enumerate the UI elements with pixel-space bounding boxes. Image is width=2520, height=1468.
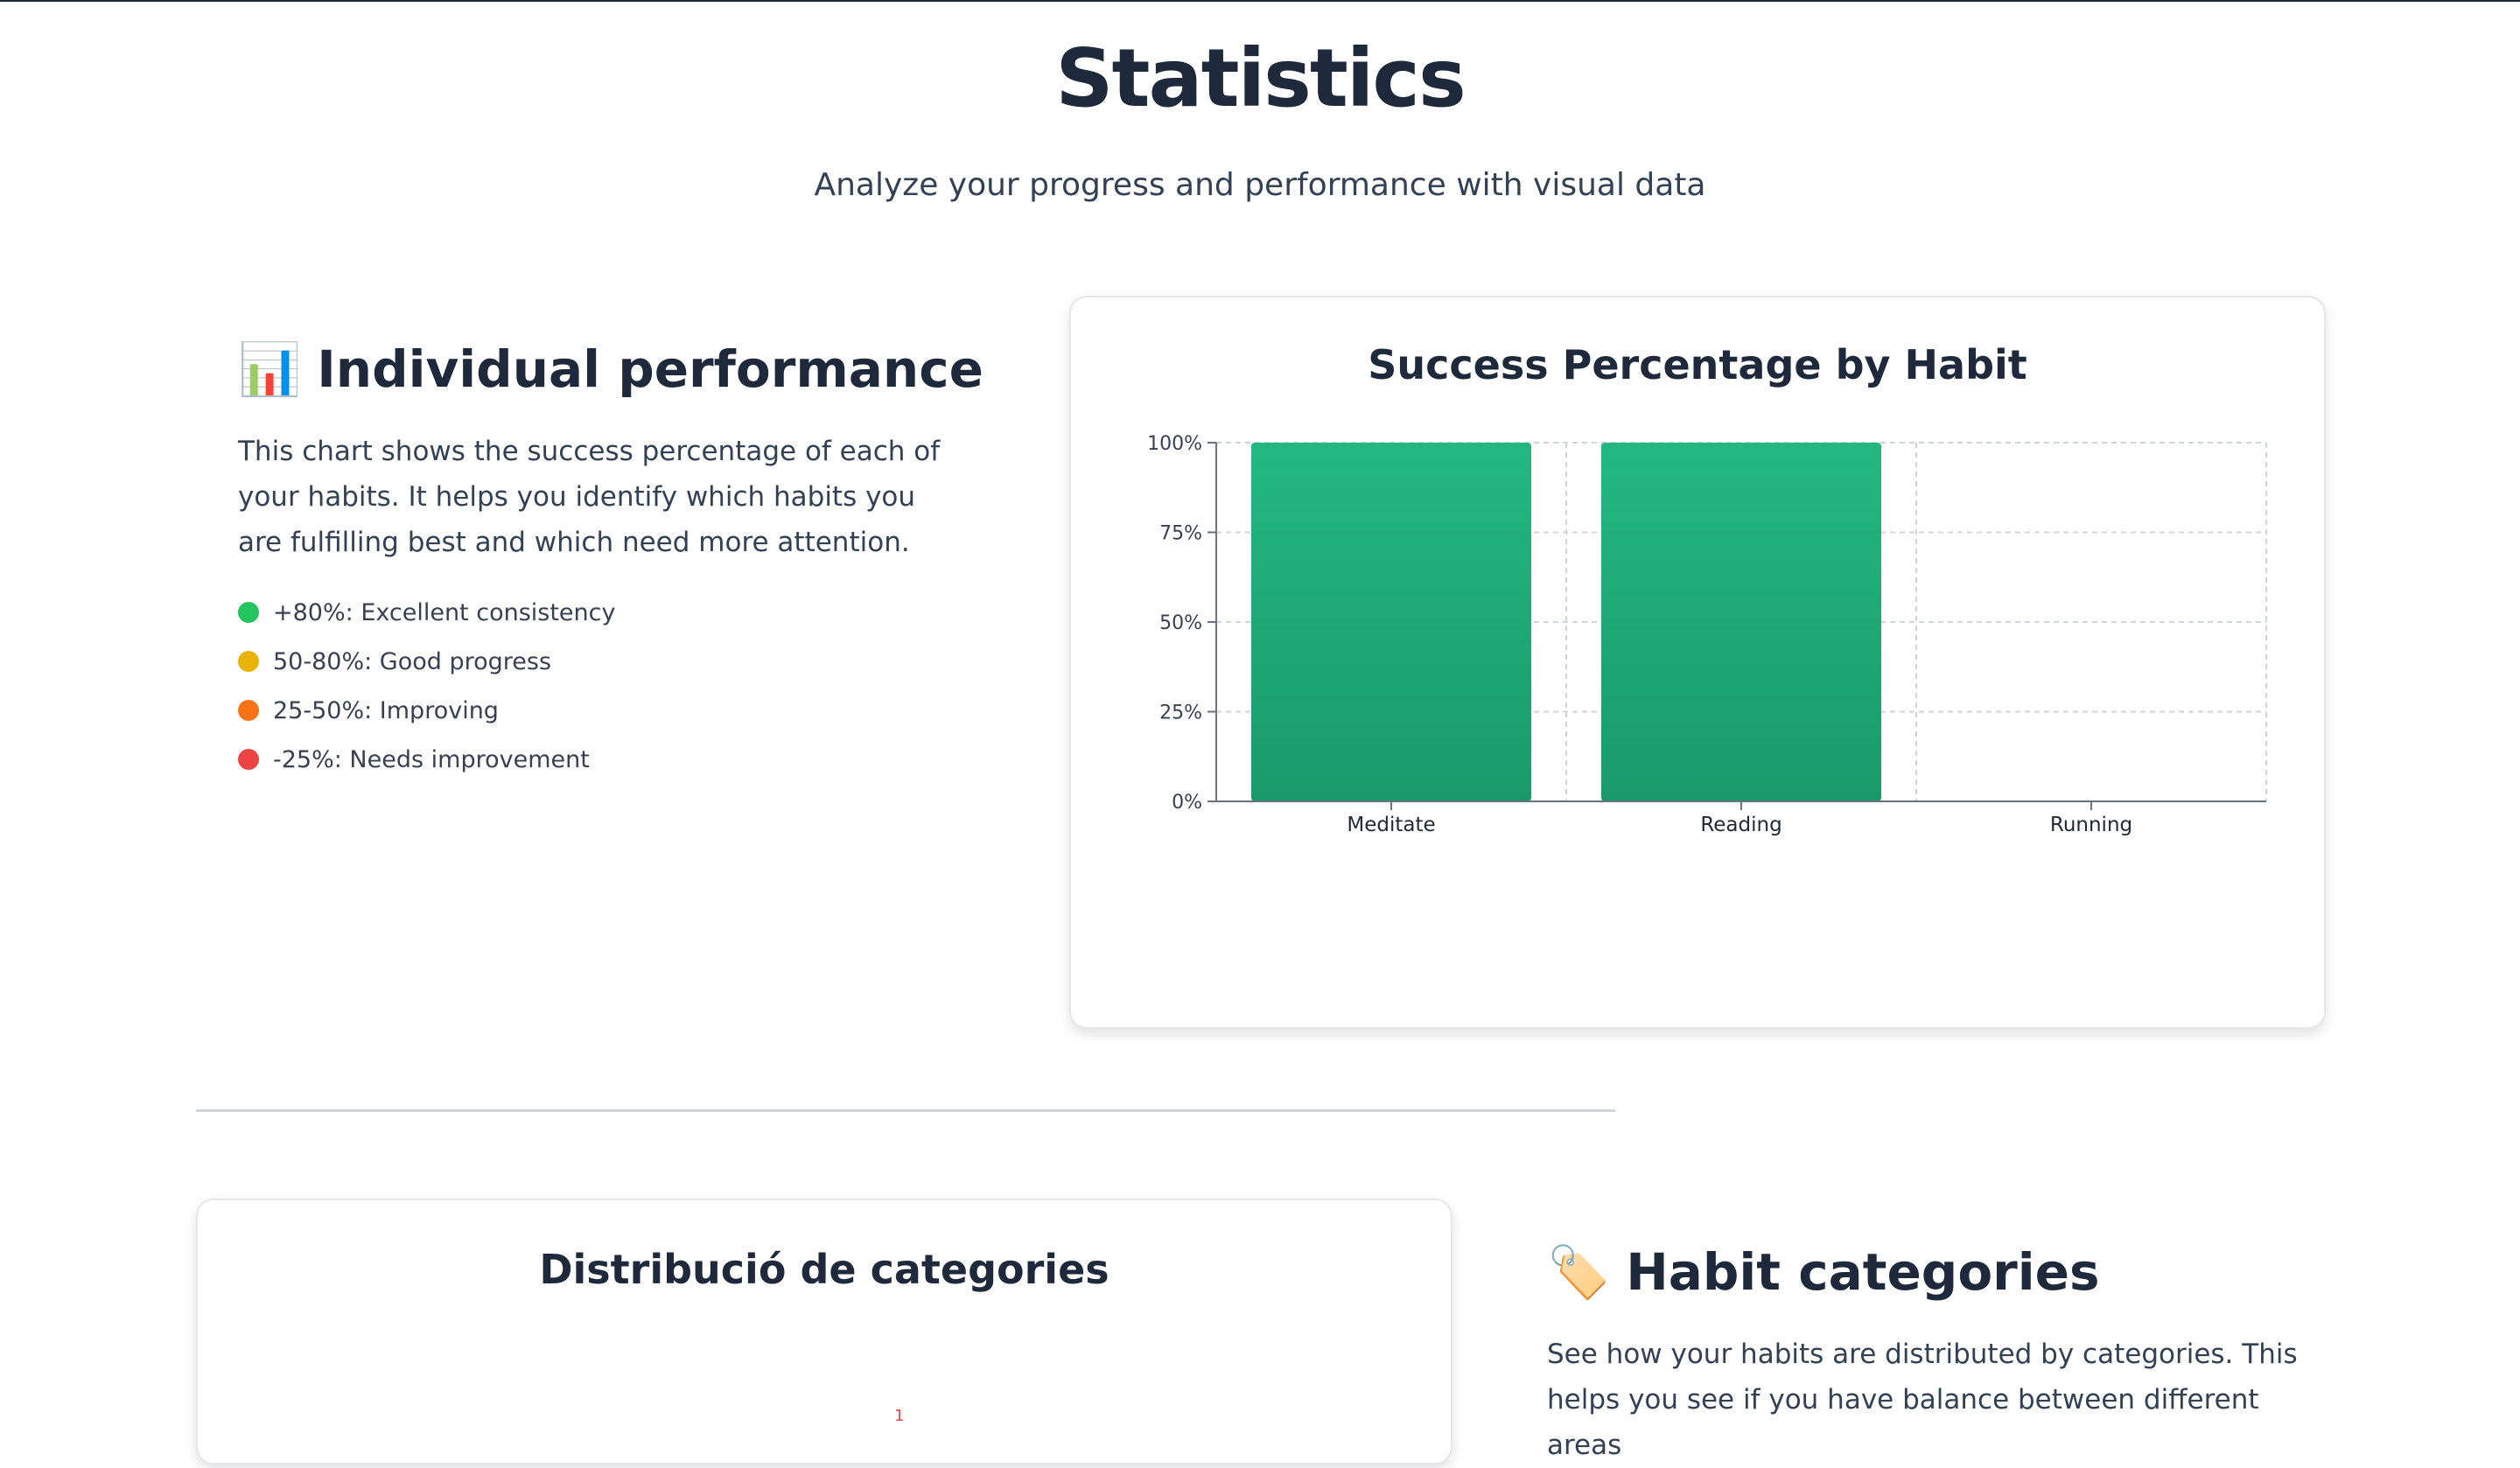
bar-reading [1601, 443, 1881, 801]
top-border [0, 0, 2520, 2]
performance-legend: +80%: Excellent consistency 50-80%: Good… [238, 588, 615, 784]
tag-icon: 🏷️ [1547, 1242, 1611, 1302]
category-distribution-card: Distribució de categories 1 [196, 1199, 1452, 1465]
performance-heading-text: Individual performance [317, 339, 984, 399]
legend-item: +80%: Excellent consistency [238, 588, 615, 637]
success-chart-card: Success Percentage by Habit 0% 25% 50% 75% 1… [1069, 296, 2326, 1029]
x-tick-label: Running [2050, 814, 2132, 836]
legend-item: -25%: Needs improvement [238, 735, 615, 784]
y-tick-label: 75% [1159, 523, 1202, 545]
section-divider [196, 1109, 1615, 1112]
success-bar-chart: 0% 25% 50% 75% 100% Meditate Reading Running [1147, 433, 2267, 836]
y-tick-label: 50% [1159, 612, 1202, 634]
bar-meditate [1251, 443, 1531, 801]
legend-item: 25-50%: Improving [238, 686, 615, 735]
page-subtitle: Analyze your progress and performance wi… [814, 167, 1706, 203]
categories-heading-text: Habit categories [1626, 1242, 2100, 1302]
legend-label: +80%: Excellent consistency [273, 598, 616, 626]
page-title: Statistics [1055, 31, 1466, 125]
legend-dot-improving [238, 700, 259, 721]
x-tick-label: Meditate [1347, 814, 1435, 836]
x-tick-label: Reading [1700, 814, 1782, 836]
y-tick-label: 0% [1172, 792, 1202, 814]
legend-item: 50-80%: Good progress [238, 637, 615, 686]
y-tick-label: 100% [1147, 433, 1202, 455]
bar-chart-icon: 📊 [238, 339, 302, 399]
legend-label: 25-50%: Improving [273, 696, 499, 724]
performance-heading: 📊 Individual performance [238, 334, 984, 404]
legend-dot-needs-improvement [238, 749, 259, 770]
categories-heading: 🏷️ Habit categories [1547, 1237, 2100, 1307]
category-chart-title: Distribució de categories [539, 1246, 1110, 1293]
legend-label: 50-80%: Good progress [273, 647, 552, 675]
legend-label: -25%: Needs improvement [273, 745, 590, 773]
legend-dot-good [238, 651, 259, 672]
y-tick-label: 25% [1159, 703, 1202, 724]
legend-dot-excellent [238, 602, 259, 623]
categories-description: See how your habits are distributed by c… [1547, 1339, 2298, 1461]
performance-description: This chart shows the success percentage … [238, 436, 941, 558]
